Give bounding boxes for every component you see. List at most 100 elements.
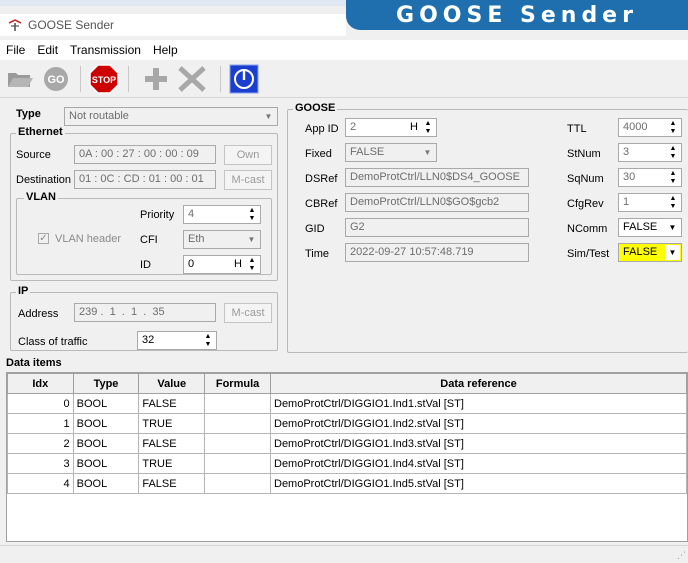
app-icon bbox=[8, 19, 22, 31]
ethernet-mcast-button[interactable]: M-cast bbox=[224, 170, 272, 190]
cfi-label: CFI bbox=[140, 234, 158, 246]
class-of-traffic-label: Class of traffic bbox=[18, 336, 88, 348]
cell-idx: 1 bbox=[7, 413, 74, 434]
remove-button[interactable] bbox=[176, 64, 208, 94]
data-items-table[interactable]: Idx Type Value Formula Data reference 0 … bbox=[6, 372, 688, 542]
cell-type: BOOL bbox=[72, 473, 140, 494]
cbref-field[interactable]: DemoProtCtrl/LLN0$GO$gcb2 bbox=[345, 193, 529, 212]
vlan-header-checkbox[interactable]: ✓ bbox=[38, 233, 49, 244]
data-items-title: Data items bbox=[6, 357, 62, 369]
source-mac-field[interactable]: 0A : 00 : 27 : 00 : 00 : 09 bbox=[74, 145, 216, 164]
cell-formula bbox=[204, 473, 271, 494]
spinner-icon: ▲ ▼ bbox=[669, 120, 677, 135]
fixed-label: Fixed bbox=[305, 148, 332, 160]
table-row[interactable]: 2 BOOL FALSE DemoProtCtrl/DIGGIO1.Ind3.s… bbox=[7, 433, 687, 454]
source-label: Source bbox=[16, 149, 51, 161]
x-icon bbox=[178, 66, 206, 92]
address-label: Address bbox=[18, 308, 59, 320]
cell-formula bbox=[204, 393, 271, 414]
column-type[interactable]: Type bbox=[72, 373, 140, 394]
ttl-spinner[interactable]: 4000 ▲ ▼ bbox=[618, 118, 682, 137]
cell-idx: 2 bbox=[7, 433, 74, 454]
ethernet-title: Ethernet bbox=[16, 126, 65, 138]
cell-type: BOOL bbox=[72, 393, 140, 414]
cell-data-reference: DemoProtCtrl/DIGGIO1.Ind5.stVal [ST] bbox=[270, 473, 687, 494]
destination-mac-value: 01 : 0C : CD : 01 : 00 : 01 bbox=[79, 173, 204, 185]
menu-bar: File Edit Transmission Help bbox=[0, 40, 688, 60]
chevron-down-icon: ▼ bbox=[668, 223, 677, 232]
cell-value: TRUE bbox=[138, 413, 206, 434]
stnum-value: 3 bbox=[623, 146, 630, 158]
stnum-spinner[interactable]: 3 ▲ ▼ bbox=[618, 143, 682, 162]
simtest-select[interactable]: FALSE ▼ bbox=[618, 243, 682, 262]
gid-field[interactable]: G2 bbox=[345, 218, 529, 237]
appid-suffix: H bbox=[410, 121, 418, 133]
ip-title: IP bbox=[16, 285, 31, 297]
vlan-id-spinner[interactable]: 0 H ▲ ▼ bbox=[183, 255, 261, 274]
ttl-label: TTL bbox=[567, 123, 587, 135]
resize-grip-icon[interactable]: ⋰ bbox=[677, 550, 686, 561]
go-label: GO bbox=[47, 74, 65, 86]
menu-edit[interactable]: Edit bbox=[31, 43, 64, 57]
stnum-label: StNum bbox=[567, 148, 601, 160]
cbref-value: DemoProtCtrl/LLN0$GO$gcb2 bbox=[350, 196, 500, 208]
cell-value: FALSE bbox=[138, 433, 206, 454]
column-idx[interactable]: Idx bbox=[7, 373, 74, 394]
cfi-select[interactable]: Eth ▼ bbox=[183, 230, 261, 249]
vlan-title: VLAN bbox=[24, 191, 58, 203]
dsref-field[interactable]: DemoProtCtrl/LLN0$DS4_GOOSE bbox=[345, 168, 529, 187]
power-button[interactable] bbox=[228, 64, 260, 94]
ip-address-field[interactable]: 239 . 1 . 1 . 35 bbox=[74, 303, 216, 322]
stop-button[interactable]: STOP bbox=[88, 64, 120, 94]
priority-spinner[interactable]: 4 ▲ ▼ bbox=[183, 205, 261, 224]
menu-transmission[interactable]: Transmission bbox=[64, 43, 147, 57]
chevron-down-icon: ▼ bbox=[264, 112, 273, 121]
toolbar: GO STOP bbox=[0, 60, 688, 98]
table-row[interactable]: 3 BOOL TRUE DemoProtCtrl/DIGGIO1.Ind4.st… bbox=[7, 453, 687, 474]
go-button[interactable]: GO bbox=[40, 64, 72, 94]
vlan-id-suffix: H bbox=[234, 258, 242, 270]
title-bar: GOOSE Sender bbox=[0, 14, 346, 36]
cell-type: BOOL bbox=[72, 413, 140, 434]
cell-type: BOOL bbox=[72, 453, 140, 474]
sqnum-spinner[interactable]: 30 ▲ ▼ bbox=[618, 168, 682, 187]
table-row[interactable]: 0 BOOL FALSE DemoProtCtrl/DIGGIO1.Ind1.s… bbox=[7, 393, 687, 414]
own-button[interactable]: Own bbox=[224, 145, 272, 165]
column-formula[interactable]: Formula bbox=[204, 373, 271, 394]
open-button[interactable] bbox=[4, 64, 36, 94]
fixed-value: FALSE bbox=[350, 146, 385, 158]
ip-mcast-button[interactable]: M-cast bbox=[224, 303, 272, 323]
cell-idx: 4 bbox=[7, 473, 74, 494]
priority-label: Priority bbox=[140, 209, 175, 221]
dsref-value: DemoProtCtrl/LLN0$DS4_GOOSE bbox=[350, 171, 520, 183]
cell-data-reference: DemoProtCtrl/DIGGIO1.Ind3.stVal [ST] bbox=[270, 433, 687, 454]
column-value[interactable]: Value bbox=[138, 373, 206, 394]
column-data-reference[interactable]: Data reference bbox=[270, 373, 687, 394]
cfgrev-label: CfgRev bbox=[567, 198, 604, 210]
add-button[interactable] bbox=[140, 64, 172, 94]
table-row[interactable]: 1 BOOL TRUE DemoProtCtrl/DIGGIO1.Ind2.st… bbox=[7, 413, 687, 434]
class-of-traffic-spinner[interactable]: 32 ▲ ▼ bbox=[137, 331, 217, 350]
ncomm-select[interactable]: FALSE ▼ bbox=[618, 218, 682, 237]
cell-value: FALSE bbox=[138, 393, 206, 414]
menu-help[interactable]: Help bbox=[147, 43, 184, 57]
chevron-down-icon: ▼ bbox=[423, 148, 432, 157]
goose-title: GOOSE bbox=[293, 102, 338, 114]
dsref-label: DSRef bbox=[305, 173, 338, 185]
spinner-icon: ▲ ▼ bbox=[669, 170, 677, 185]
fixed-select[interactable]: FALSE ▼ bbox=[345, 143, 437, 162]
table-row[interactable]: 4 BOOL FALSE DemoProtCtrl/DIGGIO1.Ind5.s… bbox=[7, 473, 687, 494]
banner-title: GOOSE Sender bbox=[346, 0, 688, 30]
destination-mac-field[interactable]: 01 : 0C : CD : 01 : 00 : 01 bbox=[74, 170, 216, 189]
type-select[interactable]: Not routable ▼ bbox=[64, 107, 278, 126]
cell-formula bbox=[204, 453, 271, 474]
time-field[interactable]: 2022-09-27 10:57:48.719 bbox=[345, 243, 529, 262]
class-of-traffic-value: 32 bbox=[142, 334, 155, 346]
appid-spinner[interactable]: 2 H ▲ ▼ bbox=[345, 118, 437, 137]
menu-file[interactable]: File bbox=[0, 43, 31, 57]
ncomm-value: FALSE bbox=[623, 221, 658, 233]
chevron-down-icon: ▼ bbox=[247, 235, 256, 244]
cfgrev-spinner[interactable]: 1 ▲ ▼ bbox=[618, 193, 682, 212]
time-label: Time bbox=[305, 248, 330, 260]
cfgrev-value: 1 bbox=[623, 196, 630, 208]
